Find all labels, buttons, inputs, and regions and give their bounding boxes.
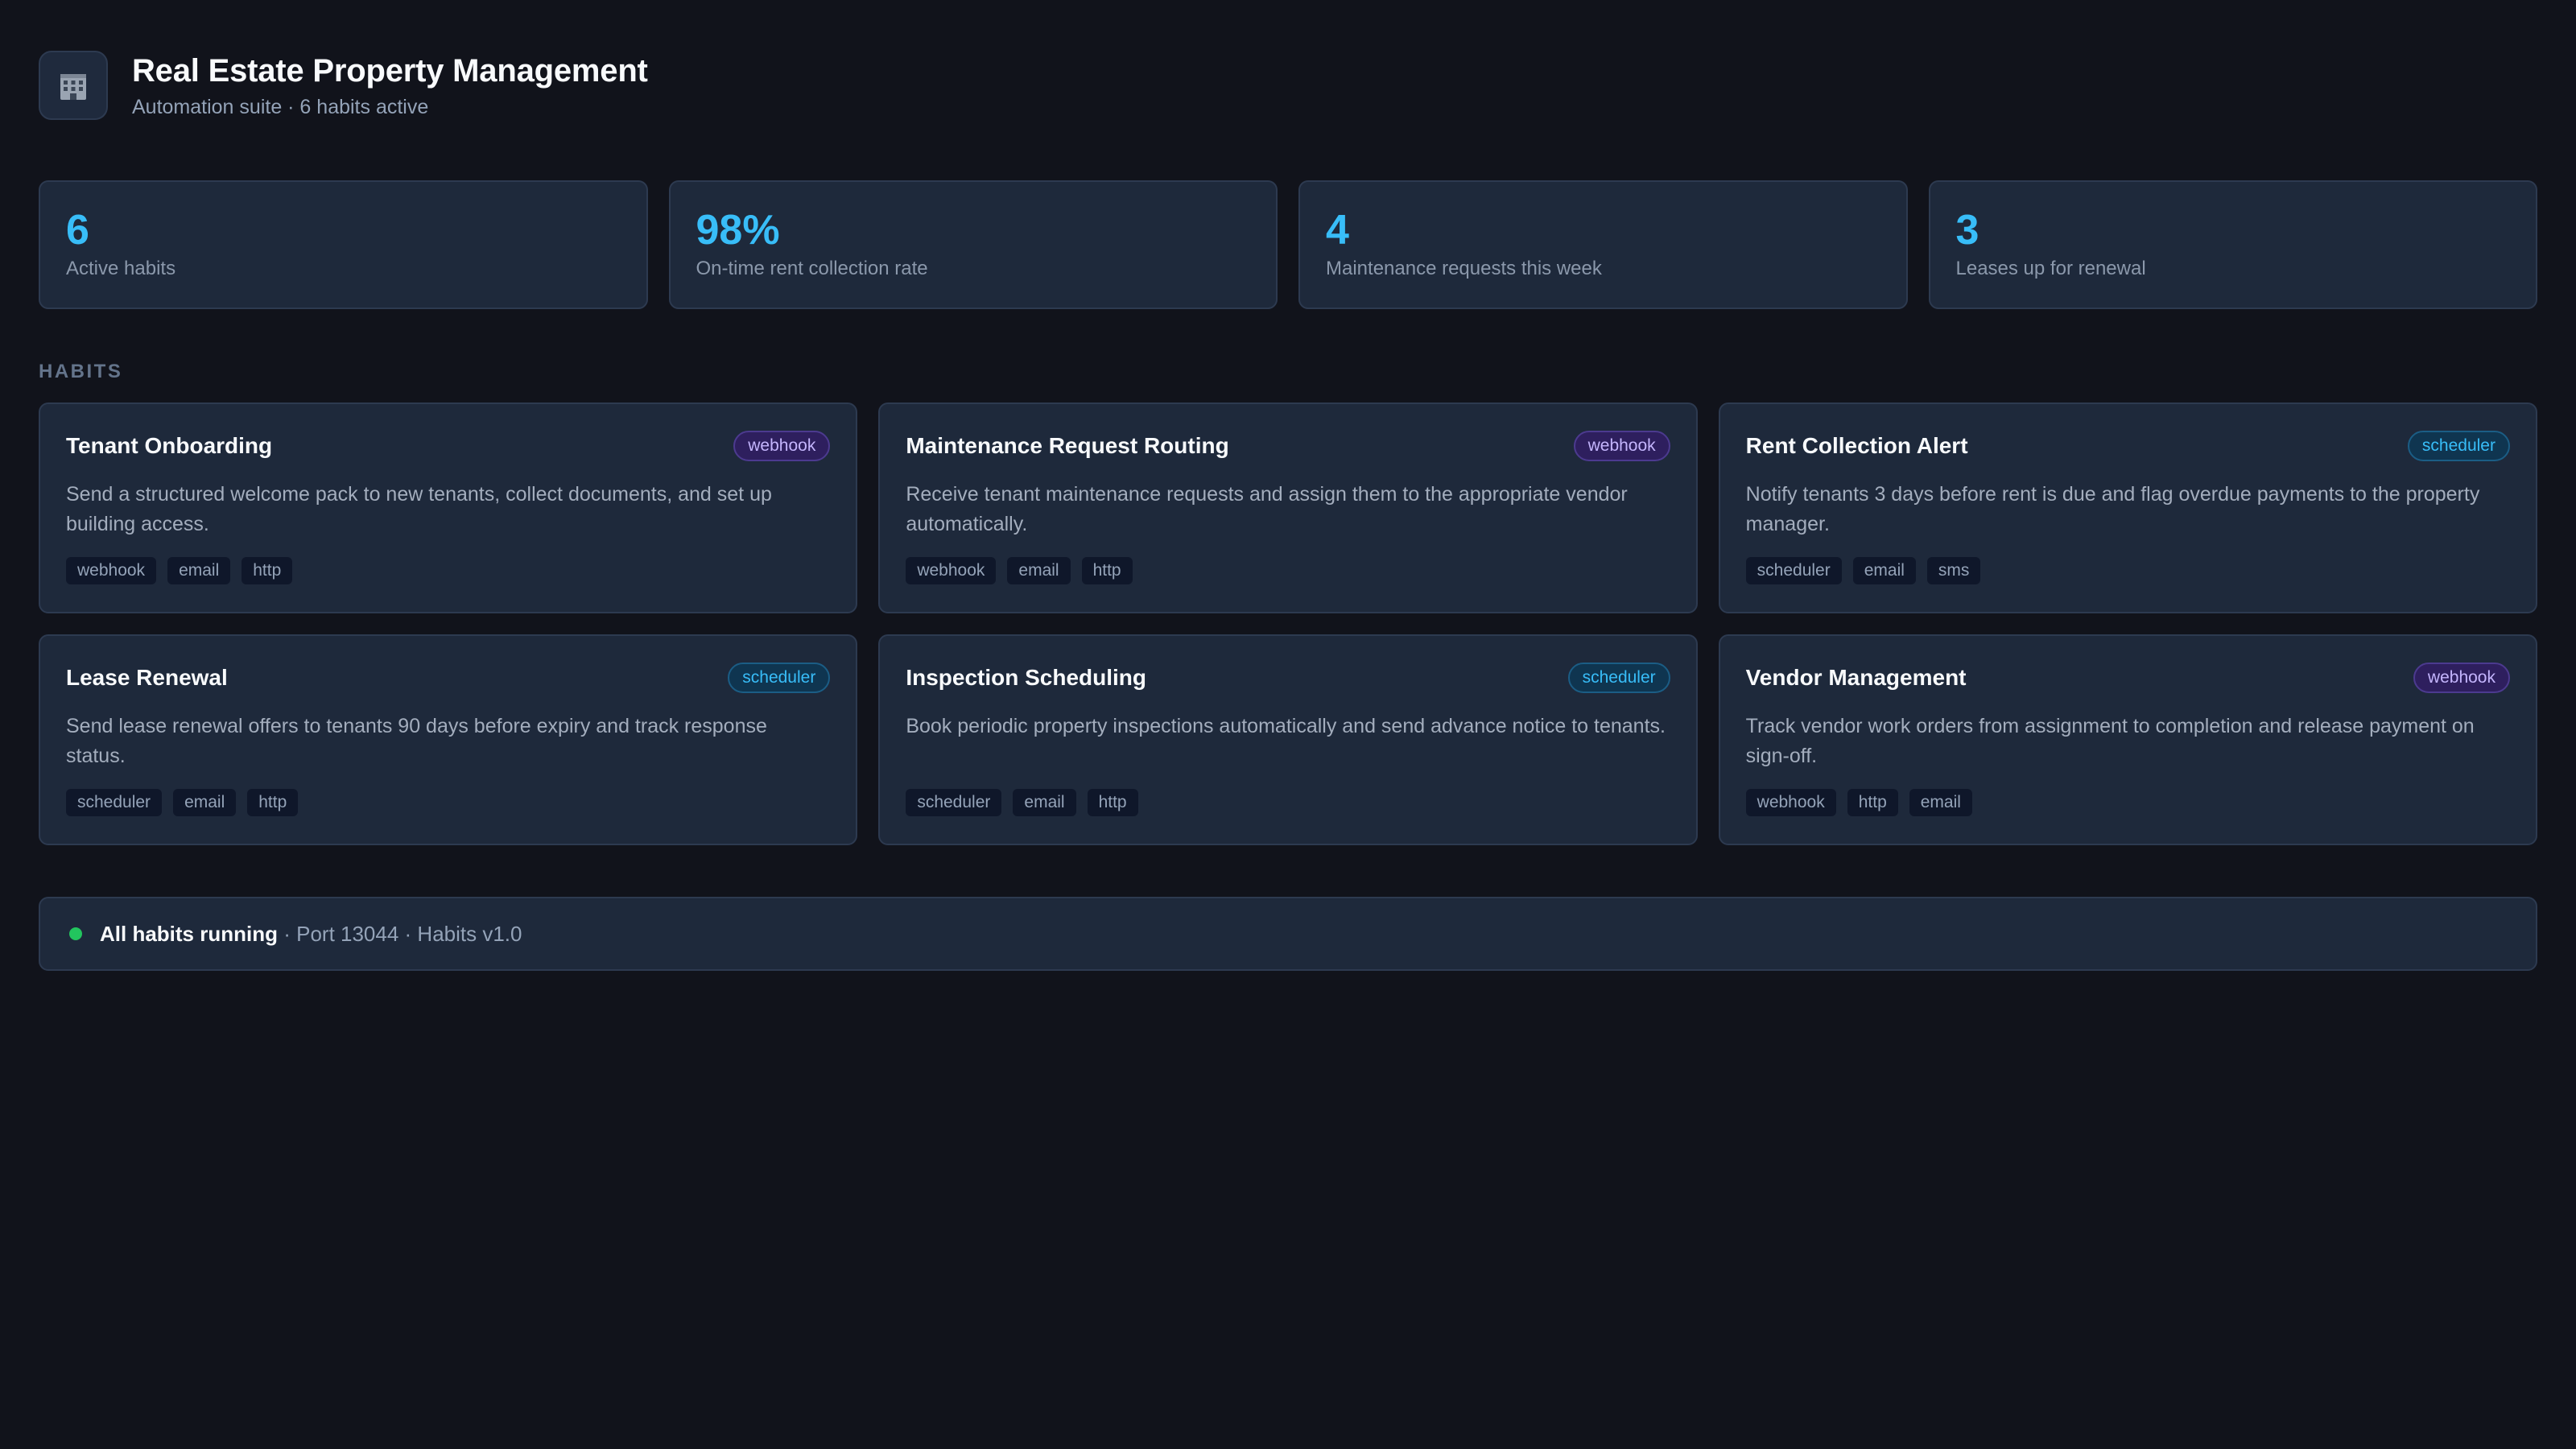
stat-value: 4 (1326, 207, 1349, 254)
habit-card-header: Maintenance Request Routing webhook (906, 428, 1670, 464)
tag: scheduler (66, 789, 163, 816)
building-icon (39, 51, 108, 120)
habit-description: Notify tenants 3 days before rent is due… (1745, 483, 2480, 535)
habit-card-header: Vendor Management webhook (1746, 660, 2510, 696)
habit-description: Book periodic property inspections autom… (906, 715, 1666, 737)
status-main-text: All habits running (100, 921, 278, 946)
stat-card-maintenance-requests: 4 Maintenance requests this week (1298, 180, 1908, 309)
habit-card-header: Rent Collection Alert scheduler (1746, 428, 2510, 464)
status-indicator-dot (69, 927, 82, 940)
stat-label: Leases up for renewal (1955, 258, 2146, 279)
tag: sms (1926, 557, 1981, 584)
tag: email (1013, 789, 1076, 816)
page: Real Estate Property Management Automati… (0, 0, 2576, 1449)
habit-card-inspection-scheduling[interactable]: Inspection Scheduling scheduler Book per… (878, 634, 1698, 845)
habit-card-header: Inspection Scheduling scheduler (906, 660, 1670, 696)
habit-description: Track vendor work orders from assignment… (1745, 715, 2475, 767)
tag: webhook (1745, 789, 1836, 816)
stat-card-active-habits: 6 Active habits (39, 180, 648, 309)
habit-name: Maintenance Request Routing (906, 433, 1229, 458)
stat-card-lease-renewals: 3 Leases up for renewal (1928, 180, 2537, 309)
tag: email (1909, 789, 1972, 816)
tag: scheduler (906, 789, 1002, 816)
title-block: Real Estate Property Management Automati… (132, 50, 648, 121)
habit-card-lease-renewal[interactable]: Lease Renewal scheduler Send lease renew… (39, 634, 858, 845)
tag: email (1007, 557, 1071, 584)
app-header: Real Estate Property Management Automati… (39, 50, 648, 121)
trigger-badge: scheduler (728, 663, 831, 693)
tag: http (1081, 557, 1133, 584)
building-icon-graphic (60, 74, 86, 100)
habits-grid: Tenant Onboarding webhook Send a structu… (39, 402, 2537, 845)
habit-name: Lease Renewal (66, 665, 228, 690)
trigger-badge: scheduler (1567, 663, 1670, 693)
status-bar: All habits running · Port 13044 · Habits… (39, 897, 2537, 971)
tag: email (167, 557, 231, 584)
habit-card-rent-collection-alert[interactable]: Rent Collection Alert scheduler Notify t… (1718, 402, 2537, 613)
stat-label: On-time rent collection rate (696, 258, 928, 279)
habit-tags: webhook http email (1745, 789, 2510, 816)
stat-label: Active habits (66, 258, 176, 279)
page-subtitle: Automation suite · 6 habits active (132, 96, 429, 118)
habit-card-vendor-management[interactable]: Vendor Management webhook Track vendor w… (1718, 634, 2537, 845)
habit-tags: scheduler email sms (1745, 557, 2510, 584)
habit-card-tenant-onboarding[interactable]: Tenant Onboarding webhook Send a structu… (39, 402, 858, 613)
habits-section-label: HABITS (39, 361, 123, 382)
habit-tags: scheduler email http (66, 789, 830, 816)
tag: email (173, 789, 237, 816)
page-title: Real Estate Property Management (132, 53, 648, 89)
tag: email (1852, 557, 1916, 584)
tag: scheduler (1745, 557, 1842, 584)
habit-tags: webhook email http (66, 557, 830, 584)
stat-value: 3 (1955, 207, 1979, 254)
trigger-badge: webhook (733, 431, 831, 461)
habit-card-header: Tenant Onboarding webhook (66, 428, 831, 464)
habit-description: Receive tenant maintenance requests and … (906, 483, 1628, 535)
habit-tags: scheduler email http (906, 789, 1670, 816)
trigger-badge: scheduler (2407, 431, 2510, 461)
tag: webhook (66, 557, 157, 584)
tag: http (1087, 789, 1138, 816)
trigger-badge: webhook (1573, 431, 1670, 461)
habit-name: Tenant Onboarding (66, 433, 273, 458)
trigger-badge: webhook (2413, 663, 2510, 693)
habit-card-header: Lease Renewal scheduler (66, 660, 831, 696)
tag: http (242, 557, 293, 584)
habit-description: Send a structured welcome pack to new te… (66, 483, 772, 535)
tag: http (1847, 789, 1898, 816)
status-separator: · (278, 921, 297, 946)
status-meta-text: Port 13044 · Habits v1.0 (296, 921, 522, 946)
stat-label: Maintenance requests this week (1326, 258, 1602, 279)
habit-name: Inspection Scheduling (906, 665, 1147, 690)
habit-name: Vendor Management (1745, 665, 1967, 690)
stat-value: 98% (696, 207, 780, 254)
habit-description: Send lease renewal offers to tenants 90 … (66, 715, 767, 767)
tag: http (247, 789, 299, 816)
habit-name: Rent Collection Alert (1745, 433, 1968, 458)
habit-tags: webhook email http (906, 557, 1670, 584)
stat-card-rent-collection: 98% On-time rent collection rate (668, 180, 1278, 309)
stat-value: 6 (66, 207, 89, 254)
tag: webhook (906, 557, 997, 584)
habit-card-maintenance-request-routing[interactable]: Maintenance Request Routing webhook Rece… (878, 402, 1698, 613)
stats-row: 6 Active habits 98% On-time rent collect… (39, 180, 2537, 309)
